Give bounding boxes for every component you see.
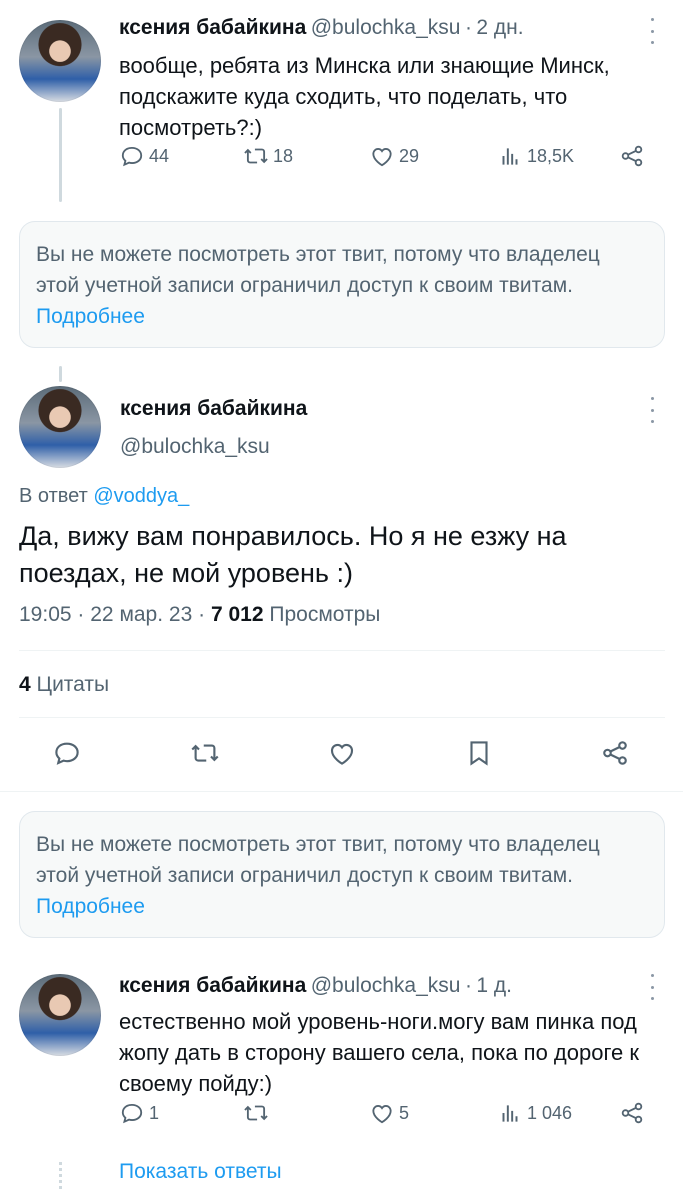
views-button[interactable]: 18,5K [497, 143, 574, 169]
heart-icon [372, 148, 392, 167]
avatar[interactable] [19, 386, 101, 468]
separator: · [198, 603, 206, 626]
views-count: 7 012 [210, 603, 264, 626]
reply-to-handle[interactable]: @voddya_ [93, 485, 189, 507]
analytics-icon [502, 148, 518, 165]
quotes-link[interactable]: 4 Цитаты [19, 673, 109, 697]
timestamp[interactable]: 1 д. [476, 974, 512, 997]
restricted-tweet-notice: Вы не можете посмотреть этот твит, потом… [19, 811, 665, 938]
reply-icon [55, 742, 79, 765]
retweet-icon [244, 148, 268, 164]
bookmark-button[interactable] [464, 738, 494, 773]
thread-line [59, 366, 62, 382]
tweet-header: ксения бабайкина @bulochka_ksu · 1 д. [119, 974, 512, 998]
tweet-text: вообще, ребята из Минска или знающие Мин… [119, 53, 610, 140]
tweet-date[interactable]: 22 мар. 23 [90, 603, 192, 626]
views-count: 1 046 [527, 1102, 573, 1123]
retweet-button[interactable] [243, 1100, 273, 1126]
restricted-tweet-notice: Вы не можете посмотреть этот твит, потом… [19, 221, 665, 348]
separator: · [77, 603, 85, 626]
reply-icon [121, 146, 143, 167]
reply-count: 44 [149, 145, 170, 166]
share-button[interactable] [619, 143, 645, 169]
author-handle[interactable]: @bulochka_ksu [120, 435, 270, 459]
learn-more-link[interactable]: Подробнее [36, 895, 145, 918]
author-name[interactable]: ксения бабайкина [119, 16, 306, 39]
share-icon [621, 1102, 643, 1124]
tweet-time[interactable]: 19:05 [19, 603, 72, 626]
quotes-label: Цитаты [36, 673, 110, 696]
tweet-header: ксения бабайкина @bulochka_ksu · 2 дн. [119, 16, 524, 40]
retweet-icon [191, 743, 219, 762]
reply-prefix: В ответ [19, 485, 88, 507]
views-label: Просмотры [269, 603, 381, 626]
like-count: 5 [399, 1102, 410, 1123]
more-options-icon[interactable] [649, 397, 655, 423]
reply-button[interactable]: 1 [119, 1100, 159, 1126]
avatar[interactable] [19, 20, 101, 102]
share-icon [621, 145, 643, 167]
author-name[interactable]: ксения бабайкина [119, 974, 306, 997]
reply-icon [121, 1103, 143, 1124]
retweet-count: 18 [273, 145, 294, 166]
retweet-icon [244, 1105, 268, 1121]
like-button[interactable]: 5 [369, 1100, 409, 1126]
main-tweet-text: Да, вижу вам понравилось. Но я не езжу н… [19, 521, 567, 588]
divider [19, 650, 665, 651]
more-options-icon[interactable] [649, 974, 655, 1000]
share-icon [603, 740, 627, 765]
notice-text: Вы не можете посмотреть этот твит, потом… [36, 243, 600, 297]
thread-line [59, 1162, 62, 1192]
notice-text: Вы не можете посмотреть этот твит, потом… [36, 833, 600, 887]
reply-button[interactable]: 44 [119, 143, 169, 169]
timestamp[interactable]: 2 дн. [476, 16, 523, 39]
share-button[interactable] [619, 1100, 645, 1126]
share-button[interactable] [600, 738, 630, 773]
retweet-button[interactable] [190, 738, 220, 773]
quotes-count: 4 [19, 673, 31, 696]
thread-line [59, 108, 62, 202]
like-button[interactable]: 29 [369, 143, 419, 169]
separator: · [464, 974, 472, 997]
analytics-icon [502, 1105, 518, 1122]
views-button[interactable]: 1 046 [497, 1100, 572, 1126]
views-count: 18,5K [527, 145, 575, 166]
author-handle[interactable]: @bulochka_ksu [311, 974, 461, 997]
tweet-text: естественно мой уровень-ноги.могу вам пи… [119, 1009, 639, 1096]
like-count: 29 [399, 145, 420, 166]
author-name[interactable]: ксения бабайкина [120, 397, 307, 421]
author-handle[interactable]: @bulochka_ksu [311, 16, 461, 39]
divider [19, 717, 665, 718]
retweet-button[interactable]: 18 [243, 143, 293, 169]
divider [0, 791, 683, 792]
heart-icon [330, 743, 354, 765]
tweet-meta: 19:05 · 22 мар. 23 · 7 012 Просмотры [19, 603, 380, 627]
show-replies-link[interactable]: Показать ответы [119, 1160, 282, 1184]
separator: · [464, 16, 472, 39]
reply-count: 1 [149, 1102, 160, 1123]
reply-button[interactable] [52, 738, 82, 773]
bookmark-icon [470, 740, 488, 766]
like-button[interactable] [327, 738, 357, 773]
reply-context: В ответ @voddya_ [19, 485, 189, 508]
avatar[interactable] [19, 974, 101, 1056]
heart-icon [372, 1105, 392, 1124]
learn-more-link[interactable]: Подробнее [36, 305, 145, 328]
main-tweet-actions [0, 738, 683, 772]
more-options-icon[interactable] [649, 18, 655, 44]
